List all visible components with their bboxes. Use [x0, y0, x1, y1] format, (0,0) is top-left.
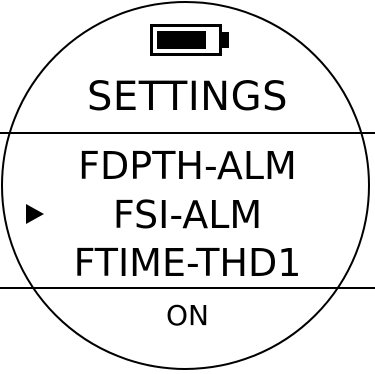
- page-title: SETTINGS: [87, 74, 288, 120]
- setting-value[interactable]: ON: [0, 296, 375, 336]
- menu-item-fdpth-alm[interactable]: FDPTH-ALM: [0, 143, 375, 189]
- menu-item-fsi-alm[interactable]: FSI-ALM: [0, 192, 375, 238]
- menu-item-ftime-thd1[interactable]: FTIME-THD1: [0, 240, 375, 286]
- battery-body: [150, 24, 222, 56]
- battery-level-fill: [157, 31, 206, 49]
- header-divider: [0, 132, 375, 134]
- device-screen: SETTINGS FDPTH-ALM FSI-ALM FTIME-THD1 ON: [0, 0, 375, 374]
- footer-divider: [0, 287, 375, 289]
- battery-icon: [150, 24, 230, 56]
- battery-terminal: [222, 32, 229, 48]
